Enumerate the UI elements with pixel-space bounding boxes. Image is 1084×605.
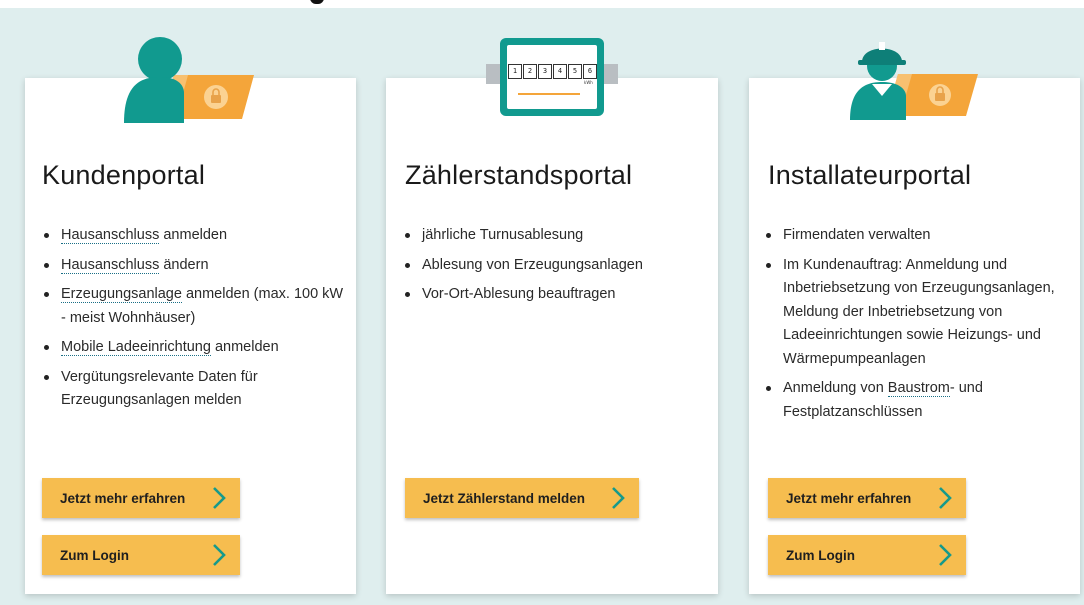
meter-digit: 1 — [508, 64, 522, 79]
meter-digit: 3 — [538, 64, 552, 79]
meter-digit: 6 — [583, 64, 597, 79]
list-item: jährliche Turnusablesung — [405, 224, 712, 248]
card-kundenportal: Kundenportal Hausanschluss anmelden Haus… — [25, 78, 356, 594]
card-installateurportal: Installateurportal Firmendaten verwalten… — [749, 78, 1080, 594]
feature-text: Im Kundenauftrag: Anmeldung und Inbetrie… — [783, 256, 1055, 367]
list-item: Im Kundenauftrag: Anmeldung und Inbetrie… — [766, 254, 1083, 372]
feature-text: Anmeldung von — [783, 380, 888, 396]
list-item: Anmeldung von Baustrom- und Festplatzans… — [766, 377, 1083, 424]
login-button[interactable]: Zum Login — [42, 535, 240, 575]
button-label: Zum Login — [60, 547, 129, 563]
meter-icon: kWh — [486, 38, 618, 121]
card-title: Installateurportal — [768, 160, 972, 190]
feature-list: Hausanschluss anmelden Hausanschluss änd… — [41, 224, 351, 419]
card-zaehlerstandsportal: Zählerstandsportal jährliche Turnusables… — [386, 78, 718, 594]
cropped-heading-glyph — [292, 0, 332, 8]
list-item: Ablesung von Erzeugungsanlagen — [405, 254, 712, 278]
list-item: Firmendaten verwalten — [766, 224, 1083, 248]
feature-text: Vergütungsrelevante Daten für Erzeugungs… — [61, 368, 258, 409]
feature-list: jährliche Turnusablesung Ablesung von Er… — [402, 224, 712, 313]
list-item: Vor-Ort-Ablesung beauftragen — [405, 283, 712, 307]
login-button[interactable]: Zum Login — [768, 535, 966, 575]
feature-text: ändern — [159, 256, 209, 273]
top-bar — [0, 0, 1084, 8]
feature-link[interactable]: Hausanschluss — [61, 227, 160, 244]
list-item: Mobile Ladeeinrichtung anmelden — [44, 336, 351, 360]
list-item: Vergütungsrelevante Daten für Erzeugungs… — [44, 366, 351, 413]
report-meter-reading-button[interactable]: Jetzt Zählerstand melden — [405, 478, 639, 518]
feature-link[interactable]: Baustrom — [887, 380, 950, 397]
meter-unit: kWh — [584, 80, 593, 85]
chevron-right-icon — [611, 486, 625, 510]
card-title: Zählerstandsportal — [405, 160, 633, 190]
meter-digit: 5 — [568, 64, 582, 79]
learn-more-button[interactable]: Jetzt mehr erfahren — [42, 478, 240, 518]
chevron-right-icon — [212, 543, 226, 567]
feature-text: jährliche Turnusablesung — [422, 227, 584, 243]
feature-link[interactable]: Mobile Ladeeinrichtung — [61, 339, 211, 356]
customer-lock-icon — [118, 33, 260, 128]
feature-link[interactable]: Erzeugungsanlage — [61, 286, 182, 303]
button-label: Jetzt mehr erfahren — [60, 490, 186, 506]
feature-list: Firmendaten verwalten Im Kundenauftrag: … — [763, 224, 1083, 430]
meter-digit: 4 — [553, 64, 567, 79]
list-item: Erzeugungsanlage anmelden (max. 100 kW -… — [44, 283, 351, 330]
feature-link[interactable]: Hausanschluss — [61, 256, 160, 274]
card-title: Kundenportal — [42, 160, 206, 190]
button-label: Jetzt mehr erfahren — [786, 490, 912, 506]
meter-digits: 1 2 3 4 5 6 — [508, 64, 597, 79]
list-item: Hausanschluss anmelden — [44, 224, 351, 248]
feature-text: Vor-Ort-Ablesung beauftragen — [422, 286, 616, 302]
feature-text: Ablesung von Erzeugungsanlagen — [422, 256, 643, 273]
button-label: Zum Login — [786, 547, 855, 563]
button-label: Jetzt Zählerstand melden — [423, 490, 586, 506]
chevron-right-icon — [938, 486, 952, 510]
list-item: Hausanschluss ändern — [44, 254, 351, 278]
feature-text: anmelden — [210, 339, 279, 355]
meter-digit: 2 — [523, 64, 537, 79]
learn-more-button[interactable]: Jetzt mehr erfahren — [768, 478, 966, 518]
feature-text: Firmendaten verwalten — [783, 227, 931, 243]
feature-text: anmelden — [159, 227, 228, 243]
chevron-right-icon — [212, 486, 226, 510]
installer-lock-icon — [846, 38, 982, 125]
chevron-right-icon — [938, 543, 952, 567]
